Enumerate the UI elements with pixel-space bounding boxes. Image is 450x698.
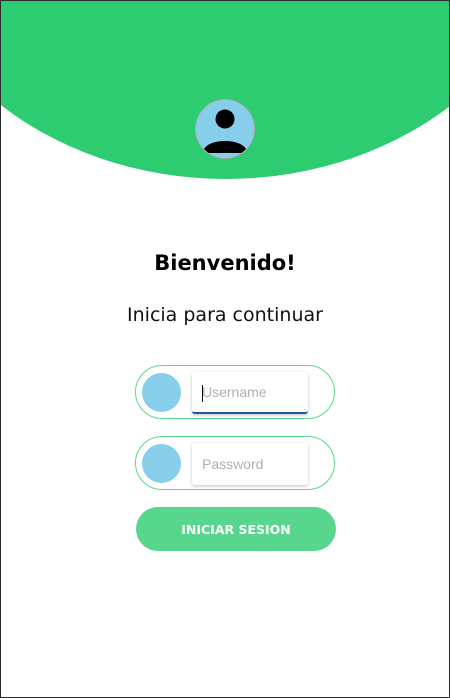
welcome-title: Bienvenido! [154,251,296,275]
user-silhouette-icon [203,109,247,153]
avatar [195,99,255,159]
password-input[interactable] [192,443,308,485]
welcome-subtitle: Inicia para continuar [127,304,323,326]
username-input[interactable] [192,372,308,414]
lock-icon [142,444,181,483]
user-icon [142,373,181,412]
app-screen: Bienvenido! Inicia para continuar INICIA… [0,0,450,698]
text-cursor [202,385,203,402]
login-button[interactable]: INICIAR SESION [136,507,336,551]
password-field-group [135,436,335,490]
username-field-group [135,365,335,419]
